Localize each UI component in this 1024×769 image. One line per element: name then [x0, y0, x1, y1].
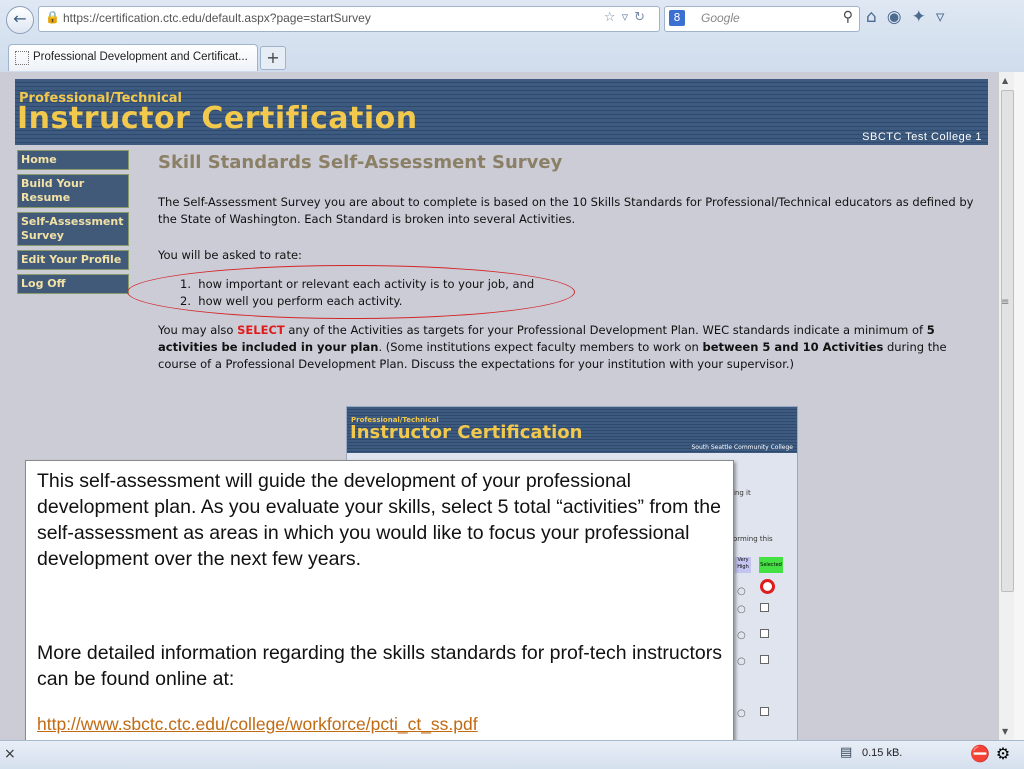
- google-icon[interactable]: 8: [669, 10, 685, 26]
- search-box[interactable]: 8 Google ⚲: [664, 6, 860, 32]
- col-selected: Selected: [759, 557, 783, 573]
- browser-toolbar: ← 🔒 https://certification.ctc.edu/defaul…: [0, 0, 1024, 72]
- college-name: SBCTC Test College 1: [862, 131, 982, 143]
- side-nav: Home Build Your Resume Self-Assessment S…: [17, 150, 129, 298]
- search-placeholder: Google: [701, 11, 740, 25]
- inset-title: Instructor Certification: [350, 422, 583, 443]
- scrollbar[interactable]: ▲ ≡ ▼: [998, 72, 1015, 740]
- chart-icon: ▤: [840, 745, 853, 760]
- checkbox[interactable]: [759, 629, 769, 638]
- tab-strip: Professional Development and Certificat.…: [0, 42, 1024, 72]
- nav-home[interactable]: Home: [17, 150, 129, 170]
- favicon-icon: [15, 51, 29, 65]
- inset-row: ○: [737, 629, 769, 641]
- checkbox[interactable]: [759, 603, 769, 612]
- selected-checkbox[interactable]: [759, 579, 775, 594]
- nav-self-assessment[interactable]: Self-Assessment Survey: [17, 212, 129, 246]
- checkbox[interactable]: [759, 655, 769, 664]
- inset-header: Professional/Technical Instructor Certif…: [347, 407, 797, 453]
- url-text: https://certification.ctc.edu/default.as…: [63, 11, 371, 25]
- nav-log-off[interactable]: Log Off: [17, 274, 129, 294]
- tab-title: Professional Development and Certificat.…: [33, 51, 248, 63]
- grip-icon: ≡: [1001, 297, 1010, 308]
- highlight-ellipse: [127, 265, 575, 319]
- site-header: Professional/Technical Instructor Certif…: [15, 79, 988, 145]
- callout-text: More detailed information regarding the …: [37, 642, 722, 690]
- tab-active[interactable]: Professional Development and Certificat.…: [8, 44, 258, 71]
- standards-link[interactable]: http://www.sbctc.ctc.edu/college/workfor…: [37, 714, 478, 735]
- inset-college: South Seattle Community College: [691, 444, 793, 451]
- close-icon[interactable]: ×: [4, 746, 16, 762]
- toolbar-icons[interactable]: ⌂◉✦▿: [866, 7, 954, 27]
- callout-box: This self-assessment will guide the deve…: [25, 460, 734, 745]
- scroll-down-icon[interactable]: ▼: [1002, 727, 1008, 736]
- select-paragraph: You may also SELECT any of the Activitie…: [158, 323, 947, 371]
- nav-build-resume[interactable]: Build Your Resume: [17, 174, 129, 208]
- inset-row: ○: [737, 579, 775, 597]
- checkbox[interactable]: [759, 707, 769, 716]
- scroll-up-icon[interactable]: ▲: [1002, 76, 1008, 85]
- bookmark-star-icon[interactable]: ☆▿↻: [604, 10, 651, 25]
- callout-text: This self-assessment will guide the deve…: [37, 470, 721, 570]
- addon-icons[interactable]: ⛔⚙: [970, 744, 1016, 763]
- status-size: 0.15 kB.: [862, 747, 903, 759]
- back-icon[interactable]: ←: [6, 6, 34, 34]
- inset-row: ○: [737, 603, 769, 615]
- scroll-thumb[interactable]: [1001, 90, 1014, 592]
- inset-fragment: ing it: [733, 489, 751, 497]
- nav-edit-profile[interactable]: Edit Your Profile: [17, 250, 129, 270]
- status-bar: × ▤ 0.15 kB. ⛔⚙: [0, 740, 1024, 769]
- page-title: Skill Standards Self-Assessment Survey: [158, 152, 563, 173]
- inset-row: ○: [737, 655, 769, 667]
- lock-icon: 🔒: [45, 10, 60, 24]
- new-tab-button[interactable]: +: [260, 46, 286, 70]
- col-very-high: Very High: [735, 557, 751, 573]
- header-title: Instructor Certification: [17, 101, 418, 136]
- inset-row: ○: [737, 707, 769, 719]
- window-edge: [1014, 72, 1024, 740]
- select-keyword: SELECT: [237, 323, 285, 337]
- intro-text: The Self-Assessment Survey you are about…: [158, 195, 974, 226]
- search-icon[interactable]: ⚲: [843, 9, 853, 25]
- address-bar[interactable]: 🔒 https://certification.ctc.edu/default.…: [38, 6, 660, 32]
- inset-fragment: orming this: [733, 535, 773, 543]
- rate-intro: You will be asked to rate:: [158, 248, 302, 262]
